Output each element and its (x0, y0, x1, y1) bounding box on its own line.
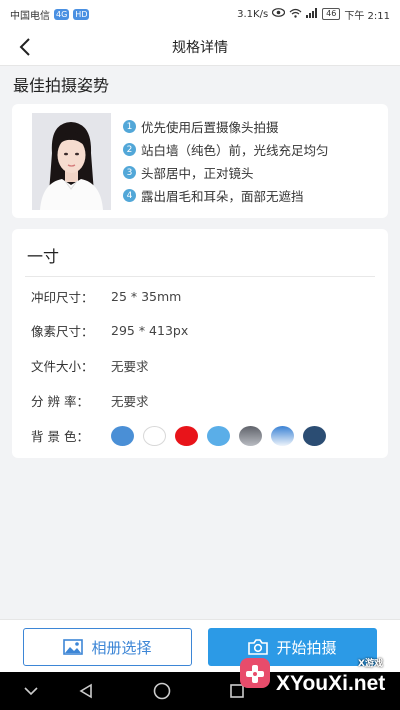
tip-text: 头部居中，正对镜头 (141, 166, 254, 181)
tip-item: 4 露出眉毛和耳朵，面部无遮挡 (123, 184, 329, 207)
spec-label: 文件大小： (31, 359, 94, 374)
spec-card: 一寸 冲印尺寸： 25 * 35mm 像素尺寸： 295 * 413px 文件大… (12, 229, 388, 458)
tip-number-badge: 2 (123, 143, 136, 156)
bg-color-light-blue[interactable] (207, 425, 230, 446)
signal-badge: 4G (54, 8, 70, 20)
circle-home-icon (153, 682, 171, 700)
cell-signal-icon (306, 7, 318, 21)
chevron-left-icon (19, 38, 30, 56)
bg-color-options (111, 425, 326, 446)
back-button[interactable] (12, 34, 38, 60)
spec-row-pixel-size: 像素尺寸： 295 * 413px (25, 313, 375, 348)
nav-bar: 规格详情 (0, 28, 400, 66)
spec-value: 无要求 (111, 359, 149, 374)
tips-section-title: 最佳拍摄姿势 (13, 76, 110, 95)
wifi-icon (289, 8, 302, 21)
nav-home-button[interactable] (151, 680, 173, 702)
spec-value: 25 * 35mm (111, 288, 182, 304)
tips-list: 1 优先使用后置摄像头拍摄 2 站白墙（纯色）前，光线充足均匀 3 头部居中，正对镜头… (123, 115, 329, 207)
tip-item: 2 站白墙（纯色）前，光线充足均匀 (123, 138, 329, 161)
bg-color-gray-gradient[interactable] (239, 425, 262, 446)
bg-color-blue[interactable] (111, 425, 134, 446)
tip-text: 优先使用后置摄像头拍摄 (141, 120, 279, 135)
spec-row-print-size: 冲印尺寸： 25 * 35mm (25, 279, 375, 313)
spec-label: 背 景 色： (31, 429, 89, 444)
watermark-subtitle: X游戏 (358, 659, 383, 669)
spec-name: 一寸 (25, 229, 375, 277)
spec-row-file-size: 文件大小： 无要求 (25, 348, 375, 383)
album-select-button[interactable]: 相册选择 (23, 628, 192, 666)
spec-row-resolution: 分 辨 率： 无要求 (25, 383, 375, 418)
battery-indicator: 46 (322, 8, 341, 20)
carrier-label: 中国电信 (10, 10, 50, 22)
tip-item: 1 优先使用后置摄像头拍摄 (123, 115, 329, 138)
status-bar: 中国电信 4G HD 3.1K/s 46 下午 2:11 (0, 0, 400, 28)
clock: 下午 2:11 (344, 10, 390, 22)
spec-label: 像素尺寸： (31, 324, 94, 339)
spec-label: 分 辨 率： (31, 394, 89, 409)
spec-row-background-color: 背 景 色： (25, 418, 375, 453)
nav-back-button[interactable] (75, 680, 97, 702)
site-watermark: X游戏 XYouXi.net (234, 652, 396, 708)
album-select-label: 相册选择 (91, 638, 152, 657)
image-icon (63, 639, 84, 655)
wifi-badge: HD (73, 8, 90, 20)
gamepad-logo-icon (240, 658, 270, 688)
spec-label: 冲印尺寸： (31, 289, 94, 305)
tip-number-badge: 3 (123, 166, 136, 179)
tip-item: 3 头部居中，正对镜头 (123, 161, 329, 184)
bg-color-blue-gradient[interactable] (271, 425, 294, 446)
spec-value: 无要求 (111, 394, 149, 409)
tip-number-badge: 4 (123, 189, 136, 202)
tip-text: 露出眉毛和耳朵，面部无遮挡 (141, 189, 304, 204)
triangle-back-icon (79, 683, 92, 699)
tips-card: 1 优先使用后置摄像头拍摄 2 站白墙（纯色）前，光线充足均匀 3 头部居中，正对镜头… (12, 104, 388, 218)
tip-text: 站白墙（纯色）前，光线充足均匀 (141, 143, 329, 158)
page-title: 规格详情 (172, 39, 228, 56)
sample-portrait-photo (32, 112, 111, 210)
spec-value: 295 * 413px (111, 323, 189, 338)
bg-color-white[interactable] (143, 425, 166, 446)
chevron-down-icon (24, 687, 38, 696)
watermark-text: XYouXi.net (276, 672, 386, 695)
network-speed: 3.1K/s (237, 8, 269, 20)
tip-number-badge: 1 (123, 120, 136, 133)
bg-color-navy[interactable] (303, 425, 326, 446)
nav-collapse-button[interactable] (20, 680, 42, 702)
eye-icon (272, 8, 286, 20)
bg-color-red[interactable] (175, 425, 198, 446)
